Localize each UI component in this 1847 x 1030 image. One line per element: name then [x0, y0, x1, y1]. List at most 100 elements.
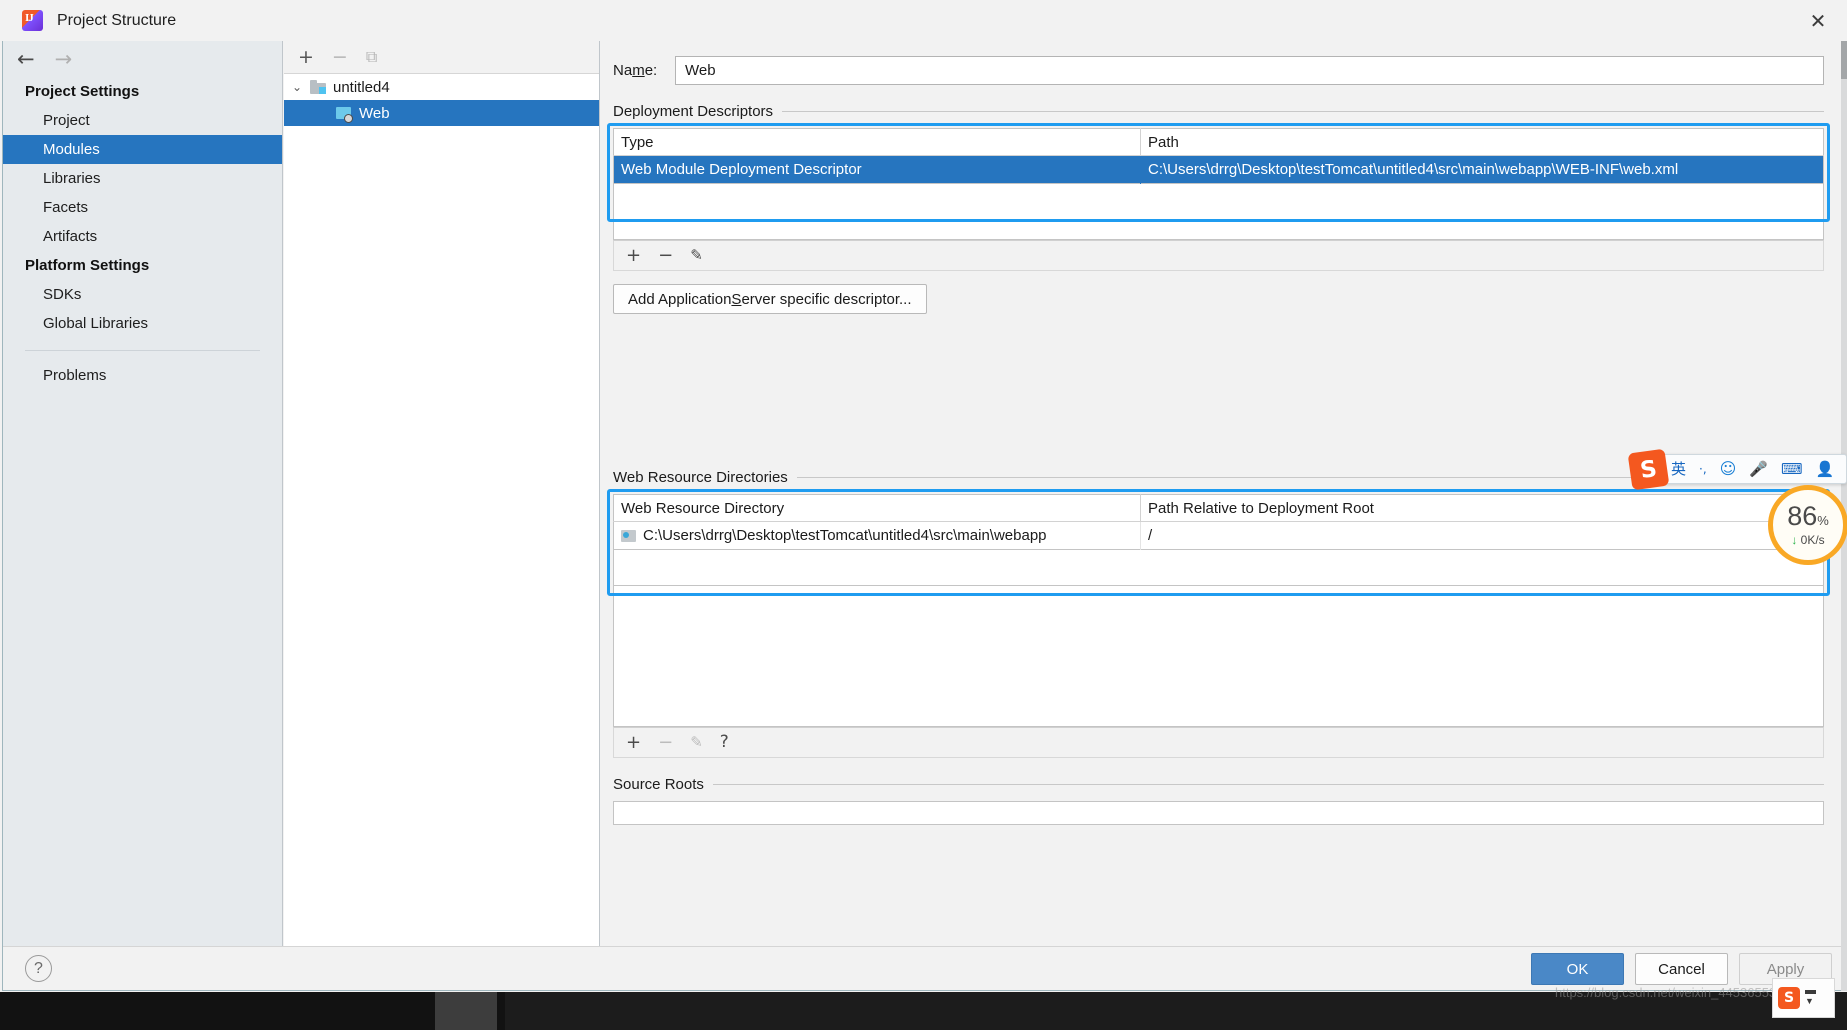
web-resource-directories-toolbar: + − ✎ ? [613, 727, 1824, 758]
network-monitor-widget[interactable]: 86% ↓ 0K/s [1768, 485, 1847, 565]
sidebar-group-project-settings: Project Settings [3, 77, 282, 106]
cell-path: C:\Users\drrg\Desktop\testTomcat\untitle… [1141, 156, 1824, 184]
column-header-type[interactable]: Type [614, 129, 1141, 156]
window-titlebar: IJ Project Structure ✕ [0, 0, 1847, 41]
column-header-web-resource-directory[interactable]: Web Resource Directory [614, 495, 1141, 522]
table-header-row: Type Path [614, 129, 1824, 156]
add-server-descriptor-row: Add Application Server specific descript… [613, 284, 1824, 314]
sogou-ime-toolbar[interactable]: S 英 ·, ☺ 🎤 ⌨ 👤 [1636, 454, 1847, 484]
add-application-server-specific-descriptor-button[interactable]: Add Application Server specific descript… [613, 284, 927, 314]
screenshot-root: IJ Project Structure ✕ ← → Project Setti… [0, 0, 1847, 1030]
tray-caret-icon[interactable]: ▼ [1805, 997, 1816, 1006]
table-row[interactable]: Web Module Deployment Descriptor C:\User… [614, 156, 1824, 184]
column-header-path[interactable]: Path [1141, 129, 1824, 156]
web-resource-directories-section: Web Resource Directories Web Resource Di… [613, 469, 1824, 758]
help-web-resource-icon[interactable]: ? [720, 734, 729, 751]
section-rule [713, 784, 1824, 785]
tree-node-label: untitled4 [333, 79, 390, 96]
deployment-descriptors-section: Deployment Descriptors Type Path [613, 103, 1824, 314]
sidebar-item-sdks[interactable]: SDKs [3, 280, 282, 309]
module-folder-icon [310, 80, 326, 94]
remove-descriptor-icon[interactable]: − [658, 247, 673, 265]
source-roots-section: Source Roots [613, 776, 1824, 825]
network-percent: 86% [1787, 503, 1829, 530]
sidebar-item-libraries[interactable]: Libraries [3, 164, 282, 193]
dialog-footer: ? OK Cancel Apply [3, 946, 1844, 990]
help-icon[interactable]: ? [25, 955, 52, 982]
deployment-descriptors-table-wrap: Type Path Web Module Deployment Descript… [613, 128, 1824, 240]
sidebar-item-project[interactable]: Project [3, 106, 282, 135]
back-arrow-icon[interactable]: ← [17, 49, 35, 70]
tray-controls[interactable]: ▼ [1805, 990, 1816, 1006]
tree-node-label: Web [359, 105, 390, 122]
intellij-idea-icon: IJ [22, 10, 43, 31]
scrollbar-thumb[interactable] [1841, 41, 1847, 79]
cell-relative-path: / [1141, 522, 1824, 550]
sogou-tray-overlay[interactable]: S ▼ [1772, 978, 1835, 1018]
web-resource-directories-empty-area [613, 550, 1824, 586]
ok-button[interactable]: OK [1531, 953, 1624, 985]
sidebar-item-problems[interactable]: Problems [3, 361, 282, 390]
source-roots-title: Source Roots [613, 776, 1824, 793]
window-title: Project Structure [57, 12, 176, 30]
sidebar-item-facets[interactable]: Facets [3, 193, 282, 222]
copy-module-icon[interactable]: ⧉ [366, 49, 377, 65]
cancel-button[interactable]: Cancel [1635, 953, 1728, 985]
module-tree-toolbar: + − ⧉ [284, 41, 599, 74]
deployment-descriptors-empty-area [613, 184, 1824, 240]
ime-keyboard-icon[interactable]: ⌨ [1781, 462, 1803, 477]
web-resource-directories-extra-area [613, 586, 1824, 727]
sogou-logo-icon[interactable]: S [1628, 449, 1670, 491]
remove-web-resource-icon[interactable]: − [658, 734, 673, 752]
deployment-descriptors-table[interactable]: Type Path Web Module Deployment Descript… [613, 128, 1824, 184]
source-roots-table[interactable] [613, 801, 1824, 825]
settings-sidebar: ← → Project Settings Project Modules Lib… [3, 41, 283, 946]
remove-module-icon[interactable]: − [332, 48, 348, 67]
web-facet-icon [336, 106, 352, 121]
sogou-tray-icon[interactable]: S [1778, 987, 1800, 1009]
ime-microphone-icon[interactable]: 🎤 [1749, 462, 1768, 477]
tray-dash-icon [1805, 990, 1816, 994]
module-name-input[interactable] [675, 56, 1824, 85]
tree-node-web[interactable]: Web [284, 100, 599, 126]
web-resource-directories-table-wrap: Web Resource Directory Path Relative to … [613, 494, 1824, 586]
chevron-down-icon[interactable]: ⌄ [284, 80, 310, 94]
module-name-row: Name: [601, 41, 1846, 85]
ime-emoji-icon[interactable]: ☺ [1720, 461, 1737, 477]
module-tree-panel: + − ⧉ ⌄ untitled4 Web [284, 41, 600, 946]
edit-web-resource-icon[interactable]: ✎ [690, 735, 703, 750]
ime-punctuation-icon[interactable]: ·, [1699, 463, 1707, 475]
download-arrow-icon: ↓ [1791, 533, 1797, 547]
sidebar-item-global-libraries[interactable]: Global Libraries [3, 309, 282, 338]
module-settings-panel: Name: Deployment Descriptors Type Pa [601, 41, 1846, 946]
forward-arrow-icon[interactable]: → [55, 49, 73, 70]
directory-path-text: C:\Users\drrg\Desktop\testTomcat\untitle… [643, 527, 1047, 544]
close-icon[interactable]: ✕ [1789, 0, 1847, 41]
sidebar-divider [25, 350, 260, 351]
cell-web-resource-directory: C:\Users\drrg\Desktop\testTomcat\untitle… [614, 522, 1141, 550]
deployment-descriptors-title: Deployment Descriptors [613, 103, 1824, 120]
deployment-descriptors-toolbar: + − ✎ [613, 240, 1824, 271]
project-structure-dialog: ← → Project Settings Project Modules Lib… [2, 41, 1845, 991]
cell-type: Web Module Deployment Descriptor [614, 156, 1141, 184]
table-header-row: Web Resource Directory Path Relative to … [614, 495, 1824, 522]
table-row[interactable]: C:\Users\drrg\Desktop\testTomcat\untitle… [614, 522, 1824, 550]
ime-user-icon[interactable]: 👤 [1816, 462, 1835, 477]
watermark-text: https://blog.csdn.net/weixin_44536553 [1555, 985, 1776, 1000]
column-header-path-relative-to-deployment-root[interactable]: Path Relative to Deployment Root [1141, 495, 1824, 522]
taskbar-block-1 [435, 992, 497, 1030]
sidebar-history-toolbar: ← → [3, 41, 282, 77]
add-descriptor-icon[interactable]: + [626, 247, 641, 265]
network-rate: ↓ 0K/s [1791, 533, 1824, 547]
sidebar-item-artifacts[interactable]: Artifacts [3, 222, 282, 251]
tree-node-untitled4[interactable]: ⌄ untitled4 [284, 74, 599, 100]
edit-descriptor-icon[interactable]: ✎ [690, 248, 703, 263]
module-name-label: Name: [613, 62, 675, 79]
web-resource-directories-table[interactable]: Web Resource Directory Path Relative to … [613, 494, 1824, 550]
sidebar-group-platform-settings: Platform Settings [3, 251, 282, 280]
ime-mode-icon[interactable]: 英 [1671, 462, 1686, 477]
section-rule [782, 111, 1824, 112]
sidebar-item-modules[interactable]: Modules [3, 135, 282, 164]
add-module-icon[interactable]: + [298, 48, 314, 67]
add-web-resource-icon[interactable]: + [626, 734, 641, 752]
